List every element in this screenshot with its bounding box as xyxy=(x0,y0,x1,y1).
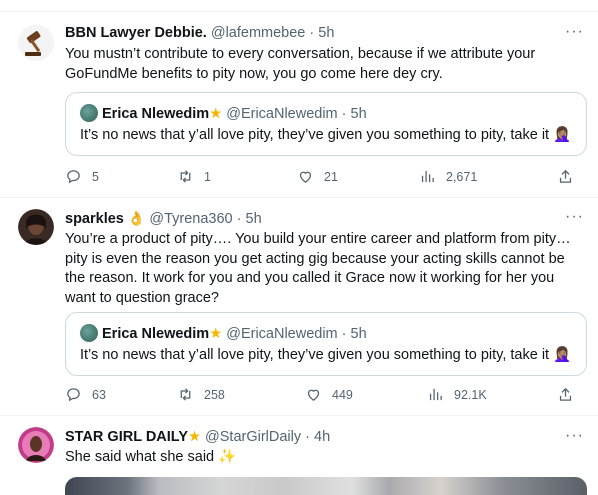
quote-header: Erica Nlewedim★ @EricaNlewedim · 5h xyxy=(80,104,367,123)
avatar[interactable] xyxy=(18,427,54,463)
share-button[interactable] xyxy=(557,386,574,403)
like-count: 21 xyxy=(324,169,338,184)
repost-button[interactable]: 258 xyxy=(177,386,225,403)
separator-dot: · xyxy=(305,429,310,445)
quoted-tweet[interactable]: Erica Nlewedim★ @EricaNlewedim · 5h It’s… xyxy=(65,92,587,156)
display-name[interactable]: STAR GIRL DAILY xyxy=(65,429,188,445)
ok-hand-emoji-icon: 👌 xyxy=(127,210,146,226)
display-name[interactable]: sparkles xyxy=(65,211,124,227)
more-icon[interactable]: ··· xyxy=(565,23,584,41)
share-button[interactable] xyxy=(557,168,574,185)
quote-header: Erica Nlewedim★ @EricaNlewedim · 5h xyxy=(80,324,367,343)
quote-timestamp: 5h xyxy=(350,326,367,342)
quote-handle: @EricaNlewedim xyxy=(226,106,338,122)
views-icon xyxy=(421,170,434,183)
quote-handle: @EricaNlewedim xyxy=(226,326,338,342)
separator-dot: · xyxy=(236,211,242,227)
timestamp[interactable]: 4h xyxy=(314,429,330,445)
repost-count: 1 xyxy=(204,169,211,184)
quote-text-line: It’s no news that y’all love pity, they’… xyxy=(80,346,571,365)
like-button[interactable]: 449 xyxy=(305,386,353,403)
heart-icon xyxy=(299,171,312,183)
quote-display-name: Erica Nlewedim xyxy=(102,106,210,122)
gavel-avatar-icon xyxy=(18,25,54,61)
quote-avatar xyxy=(80,324,98,342)
quote-text: It’s no news that y’all love pity, they’… xyxy=(80,347,550,363)
like-button[interactable]: 21 xyxy=(297,168,338,185)
tweet-actions: 63 258 449 92.1K xyxy=(65,386,585,406)
repost-icon xyxy=(180,388,191,401)
more-icon[interactable]: ··· xyxy=(565,427,584,445)
previous-tweet-divider xyxy=(0,0,598,12)
quoted-tweet[interactable]: Erica Nlewedim★ @EricaNlewedim · 5h It’s… xyxy=(65,312,587,376)
profile-photo-icon xyxy=(18,209,54,245)
quote-text-line: It’s no news that y’all love pity, they’… xyxy=(80,126,571,145)
views-button[interactable]: 2,671 xyxy=(419,168,477,185)
like-count: 449 xyxy=(332,387,353,402)
profile-photo-icon xyxy=(18,427,54,463)
reply-count: 63 xyxy=(92,387,106,402)
avatar[interactable] xyxy=(18,209,54,245)
tweet-3[interactable]: STAR GIRL DAILY★ @StarGirlDaily · 4h ···… xyxy=(0,417,598,495)
tweet-header: STAR GIRL DAILY★ @StarGirlDaily · 4h xyxy=(65,428,330,446)
view-count: 2,671 xyxy=(446,169,478,184)
handle[interactable]: @StarGirlDaily xyxy=(205,429,301,445)
more-icon[interactable]: ··· xyxy=(565,208,584,226)
tweet-text-line: She said what she said ✨ xyxy=(65,448,585,468)
tweet-text: She said what she said xyxy=(65,449,215,465)
quote-text: It’s no news that y’all love pity, they’… xyxy=(80,127,550,143)
facepalm-emoji-icon: 🤦🏽‍♀️ xyxy=(553,347,572,363)
handle[interactable]: @Tyrena360 xyxy=(149,211,232,227)
quote-avatar xyxy=(80,104,98,122)
repost-icon xyxy=(180,170,191,183)
share-icon xyxy=(559,169,572,183)
repost-count: 258 xyxy=(204,387,225,402)
separator-dot: · xyxy=(341,326,347,342)
reply-button[interactable]: 5 xyxy=(65,168,99,185)
star-icon: ★ xyxy=(209,326,223,342)
view-count: 92.1K xyxy=(454,387,487,402)
tweet-1[interactable]: BBN Lawyer Debbie. @lafemmebee · 5h ··· … xyxy=(0,13,598,198)
handle[interactable]: @lafemmebee xyxy=(211,25,306,41)
quote-timestamp: 5h xyxy=(350,106,367,122)
star-icon: ★ xyxy=(209,106,223,122)
reply-icon xyxy=(67,388,80,402)
quote-display-name: Erica Nlewedim xyxy=(102,326,210,342)
timestamp[interactable]: 5h xyxy=(246,211,262,227)
separator-dot: · xyxy=(309,25,315,41)
reply-count: 5 xyxy=(92,169,99,184)
views-icon xyxy=(429,388,442,401)
facepalm-emoji-icon: 🤦🏽‍♀️ xyxy=(553,127,572,143)
timestamp[interactable]: 5h xyxy=(318,25,334,41)
tweet-media-image[interactable] xyxy=(65,477,587,495)
tweet-header: BBN Lawyer Debbie. @lafemmebee · 5h xyxy=(65,24,334,42)
share-icon xyxy=(559,387,572,401)
tweet-text: You’re a product of pity…. You build you… xyxy=(65,231,571,306)
display-name[interactable]: BBN Lawyer Debbie. xyxy=(65,25,207,41)
avatar[interactable] xyxy=(18,25,54,61)
views-button[interactable]: 92.1K xyxy=(427,386,487,403)
sparkles-emoji-icon: ✨ xyxy=(218,449,237,465)
tweet-2[interactable]: sparkles 👌 @Tyrena360 · 5h ··· You’re a … xyxy=(0,199,598,416)
tweet-actions: 5 1 21 2,671 xyxy=(65,168,585,188)
heart-icon xyxy=(307,389,320,401)
repost-button[interactable]: 1 xyxy=(177,168,211,185)
reply-button[interactable]: 63 xyxy=(65,386,106,403)
star-icon: ★ xyxy=(188,429,201,445)
tweet-text: You mustn’t contribute to every conversa… xyxy=(65,46,536,82)
tweet-header: sparkles 👌 @Tyrena360 · 5h xyxy=(65,209,262,228)
separator-dot: · xyxy=(341,106,347,122)
reply-icon xyxy=(67,170,80,184)
